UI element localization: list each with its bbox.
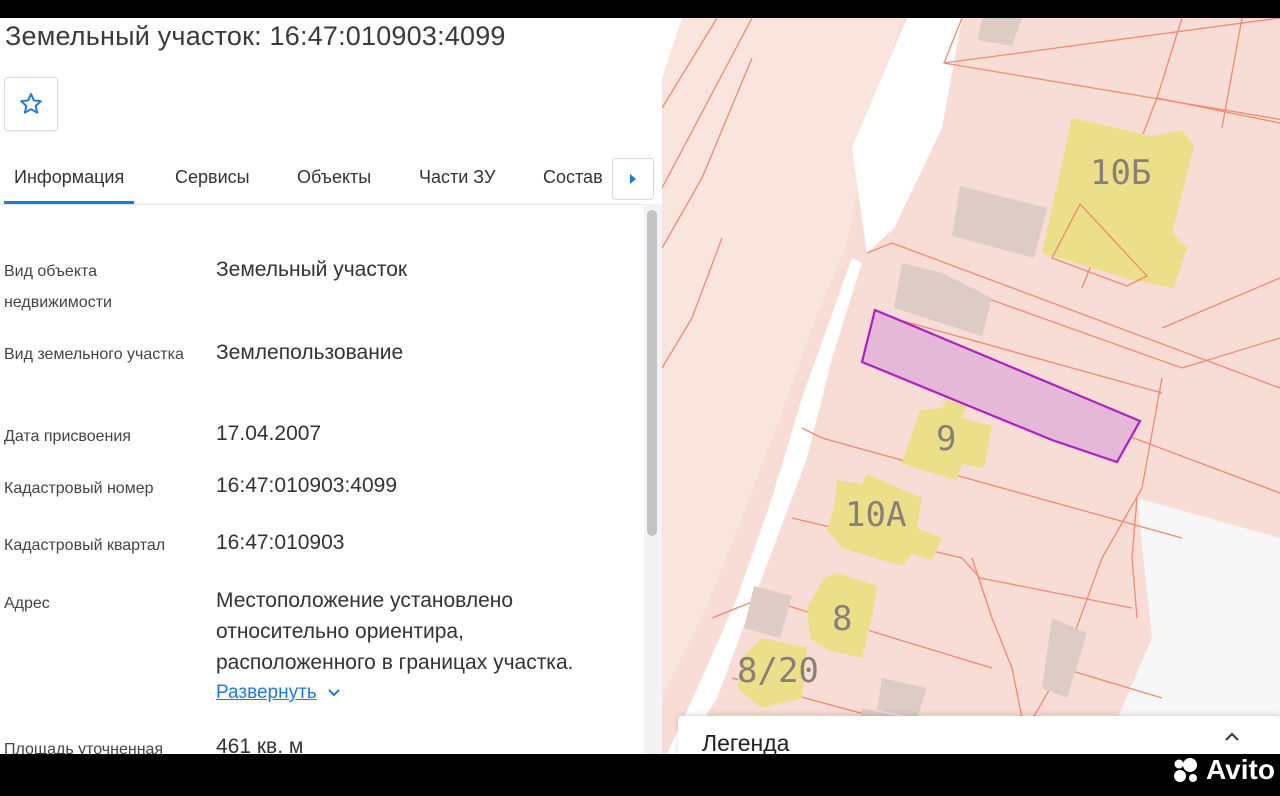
cad-quarter-value: 16:47:010903 — [216, 531, 345, 554]
map-canvas[interactable]: 10Б 9 10А 8 8/20 — [662, 18, 1280, 754]
tab-bar: Информация Сервисы Объекты Части ЗУ Сост… — [0, 158, 662, 205]
info-panel: Земельный участок: 16:47:010903:4099 Инф… — [0, 18, 662, 754]
star-icon — [20, 93, 42, 114]
tabs-next-button[interactable] — [612, 158, 654, 200]
address-label: Адрес — [4, 595, 50, 612]
label-10a: 10А — [845, 495, 906, 535]
area-value: 461 кв. м — [216, 735, 304, 754]
app-screen: Земельный участок: 16:47:010903:4099 Инф… — [0, 18, 1280, 754]
tab-information[interactable]: Информация — [4, 167, 135, 204]
chevron-up-icon[interactable] — [1224, 726, 1240, 749]
favorite-button[interactable] — [4, 77, 58, 131]
tab-objects[interactable]: Объекты — [297, 167, 371, 188]
expand-link[interactable]: Развернуть — [216, 682, 317, 704]
object-type-value: Земельный участок — [216, 258, 408, 281]
tab-parts[interactable]: Части ЗУ — [419, 167, 495, 188]
tab-composition[interactable]: Состав — [543, 167, 603, 188]
page-title: Земельный участок: 16:47:010903:4099 — [5, 21, 506, 51]
label-8: 8 — [832, 599, 852, 639]
cad-number-label: Кадастровый номер — [4, 480, 154, 497]
avito-watermark: Avito — [1172, 754, 1275, 785]
avito-text: Avito — [1206, 754, 1275, 785]
date-label: Дата присвоения — [4, 428, 131, 445]
chevron-down-icon — [328, 689, 340, 697]
date-value: 17.04.2007 — [216, 422, 322, 445]
cadastral-map[interactable]: 10Б 9 10А 8 8/20 Легенда — [662, 18, 1280, 754]
tab-services[interactable]: Сервисы — [175, 167, 250, 188]
area-label: Площадь уточненная — [4, 741, 164, 754]
land-type-value: Землепользование — [216, 341, 404, 364]
land-type-label: Вид земельного участка — [4, 346, 184, 363]
legend-title: Легенда — [702, 730, 790, 754]
label-8-20: 8/20 — [737, 651, 819, 691]
label-10b: 10Б — [1090, 153, 1151, 193]
chevron-right-icon — [630, 174, 636, 184]
cad-quarter-label: Кадастровый квартал — [4, 537, 166, 554]
address-value: Местоположение установлено относительно … — [216, 589, 574, 674]
expand-address[interactable]: Развернуть — [216, 682, 341, 704]
cad-number-value: 16:47:010903:4099 — [216, 474, 398, 497]
label-9: 9 — [936, 419, 956, 459]
avito-logo-icon — [1174, 758, 1197, 782]
info-scrollbar[interactable] — [644, 204, 662, 754]
scrollbar-thumb[interactable] — [647, 210, 657, 536]
object-type-label: Вид объекта недвижимости — [4, 263, 112, 311]
legend-panel[interactable]: Легенда — [678, 716, 1280, 754]
